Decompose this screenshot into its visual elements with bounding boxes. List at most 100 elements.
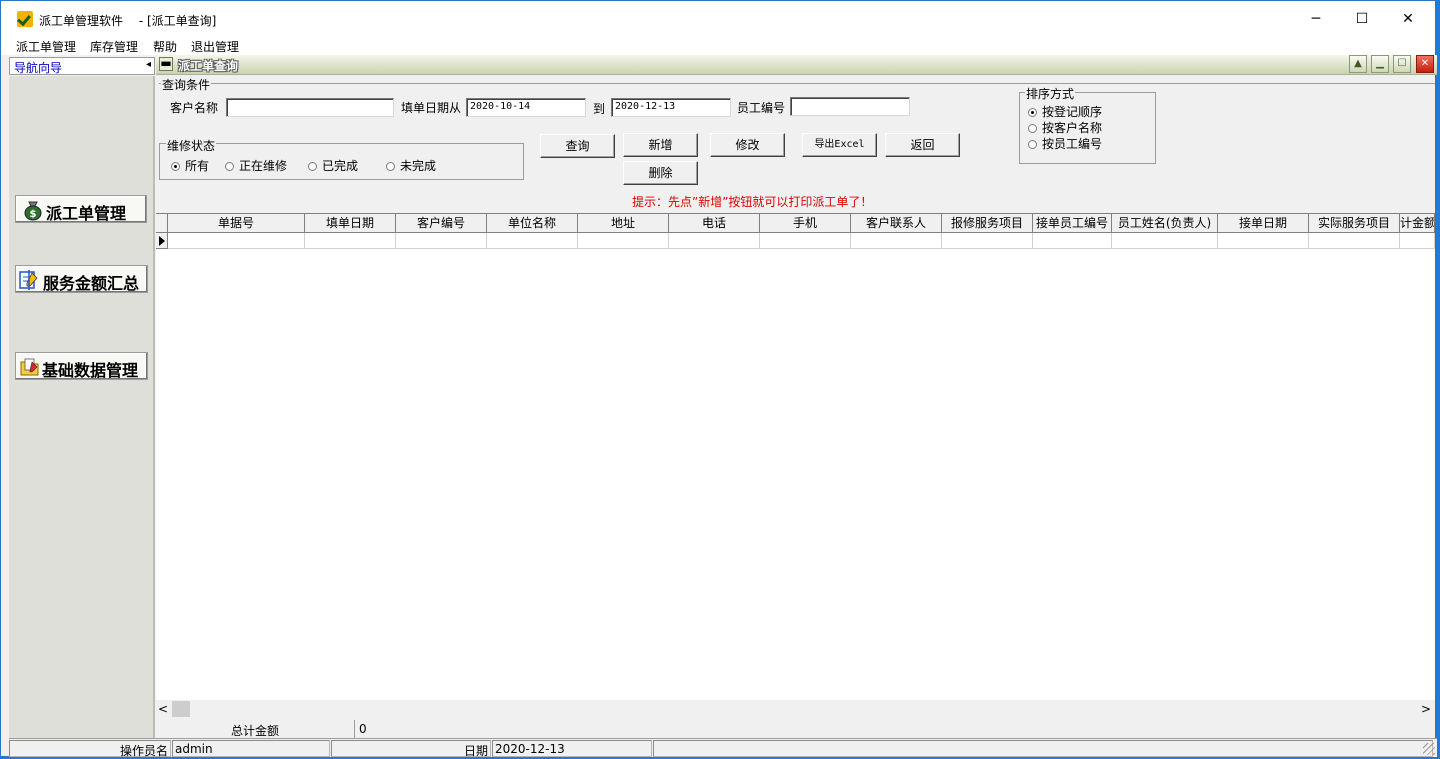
edit-button[interactable]: 修改 xyxy=(710,133,785,157)
child-minimize-button[interactable]: ▁ xyxy=(1371,55,1389,73)
date-from-label: 填单日期从 xyxy=(401,101,462,115)
status-incomplete-radio[interactable]: 未完成 xyxy=(386,157,436,174)
child-maximize-button[interactable]: ☐ xyxy=(1393,55,1411,73)
table-cell[interactable] xyxy=(1112,233,1218,249)
nav-service-total-label: 服务金额汇总 xyxy=(43,274,140,293)
table-cell[interactable] xyxy=(396,233,487,249)
customer-name-label: 客户名称 xyxy=(170,101,219,115)
delete-button[interactable]: 删除 xyxy=(623,161,698,185)
folder-edit-icon xyxy=(20,358,39,376)
resize-grip-icon[interactable] xyxy=(1423,743,1435,755)
status-all-label: 所有 xyxy=(185,159,210,173)
add-button[interactable]: 新增 xyxy=(623,133,698,157)
table-cell[interactable] xyxy=(305,233,396,249)
radio-empty-icon xyxy=(386,162,395,171)
radio-empty-icon xyxy=(1028,140,1037,149)
col-header-repair-item[interactable]: 报修服务项目 xyxy=(942,214,1033,233)
date-from-input[interactable]: 2020-10-14 xyxy=(466,98,586,117)
status-all-radio[interactable]: 所有 xyxy=(171,157,209,174)
child-close-button[interactable]: ✕ xyxy=(1416,55,1434,73)
col-header-doc-no[interactable]: 单据号 xyxy=(168,214,305,233)
sort-customer-radio[interactable]: 按客户名称 xyxy=(1028,119,1102,136)
status-empty-panel xyxy=(653,740,1433,757)
col-header-order-date[interactable]: 接单日期 xyxy=(1218,214,1309,233)
col-header-phone[interactable]: 电话 xyxy=(669,214,760,233)
title-bar: 派工单管理软件 - [派工单查询] ─ ☐ ✕ xyxy=(1,1,1435,35)
query-button[interactable]: 查询 xyxy=(540,134,615,158)
col-header-employee-no[interactable]: 接单员工编号 xyxy=(1033,214,1112,233)
scroll-right-icon[interactable]: > xyxy=(1421,702,1431,716)
scroll-thumb[interactable] xyxy=(172,701,190,717)
horizontal-scrollbar[interactable]: < > xyxy=(156,700,1435,718)
date-to-input[interactable]: 2020-12-13 xyxy=(611,98,731,117)
table-cell[interactable] xyxy=(760,233,851,249)
operator-label: 操作员名 xyxy=(9,740,171,758)
maximize-button[interactable]: ☐ xyxy=(1339,5,1385,33)
sort-employee-label: 按员工编号 xyxy=(1042,137,1103,151)
money-bag-icon: $ xyxy=(24,201,42,221)
col-header-amount[interactable]: 计金额 xyxy=(1400,214,1435,233)
table-cell[interactable] xyxy=(669,233,760,249)
nav-basic-data-button[interactable]: 基础数据管理 xyxy=(15,352,148,380)
child-up-button[interactable]: ▲ xyxy=(1349,55,1367,73)
status-repairing-label: 正在维修 xyxy=(239,159,288,173)
table-cell[interactable] xyxy=(1218,233,1309,249)
radio-empty-icon xyxy=(308,162,317,171)
table-cell[interactable] xyxy=(942,233,1033,249)
col-header-fill-date[interactable]: 填单日期 xyxy=(305,214,396,233)
dispatch-grid[interactable]: 单据号 填单日期 客户编号 单位名称 地址 电话 手机 客户联系人 报修服务项目… xyxy=(156,213,1435,700)
svg-text:$: $ xyxy=(30,209,37,220)
date-to-label: 到 xyxy=(593,102,606,116)
nav-collapse-icon[interactable]: ◂ xyxy=(146,59,151,70)
col-header-address[interactable]: 地址 xyxy=(578,214,669,233)
operator-value: admin xyxy=(172,740,330,757)
sort-register-radio[interactable]: 按登记顺序 xyxy=(1028,103,1102,120)
table-cell[interactable] xyxy=(487,233,578,249)
close-button[interactable]: ✕ xyxy=(1385,5,1431,33)
repair-status-title: 维修状态 xyxy=(166,137,217,154)
menu-help[interactable]: 帮助 xyxy=(153,38,177,55)
col-header-contact[interactable]: 客户联系人 xyxy=(851,214,942,233)
total-amount-label: 总计金额 xyxy=(231,724,280,738)
minimize-button[interactable]: ─ xyxy=(1293,5,1339,33)
col-header-employee-name[interactable]: 员工姓名(负责人) xyxy=(1112,214,1218,233)
app-logo-icon xyxy=(17,11,33,27)
col-header-mobile[interactable]: 手机 xyxy=(760,214,851,233)
table-cell[interactable] xyxy=(578,233,669,249)
menu-dispatch[interactable]: 派工单管理 xyxy=(16,38,76,55)
date-value: 2020-12-13 xyxy=(492,740,652,757)
back-button[interactable]: 返回 xyxy=(885,133,960,157)
sort-employee-radio[interactable]: 按员工编号 xyxy=(1028,135,1102,152)
table-cell[interactable] xyxy=(168,233,305,249)
sort-group-title: 排序方式 xyxy=(1025,85,1076,102)
radio-empty-icon xyxy=(1028,124,1037,133)
row-pointer-icon xyxy=(156,233,168,249)
col-header-actual-item[interactable]: 实际服务项目 xyxy=(1309,214,1400,233)
radio-empty-icon xyxy=(225,162,234,171)
child-window-titlebar: ▬ 派工单查询 ▲ ▁ ☐ ✕ xyxy=(156,55,1437,75)
menu-inventory[interactable]: 库存管理 xyxy=(90,38,138,55)
customer-name-input[interactable] xyxy=(226,98,394,117)
hint-text: 提示：先点”新增”按钮就可以打印派工单了！ xyxy=(632,195,873,209)
status-completed-radio[interactable]: 已完成 xyxy=(308,157,358,174)
child-window-menu-icon[interactable]: ▬ xyxy=(159,57,173,71)
employee-id-input[interactable] xyxy=(790,97,910,116)
table-cell[interactable] xyxy=(1400,233,1435,249)
total-amount-value: 0 xyxy=(354,720,1434,738)
nav-service-total-button[interactable]: 服务金额汇总 xyxy=(15,265,148,293)
col-header-company[interactable]: 单位名称 xyxy=(487,214,578,233)
nav-title: 导航向导 xyxy=(14,61,63,75)
table-cell[interactable] xyxy=(851,233,942,249)
app-window: 派工单管理软件 - [派工单查询] ─ ☐ ✕ 派工单管理 库存管理 帮助 退出… xyxy=(0,0,1437,758)
export-excel-button[interactable]: 导出Excel xyxy=(802,133,877,157)
scroll-left-icon[interactable]: < xyxy=(158,702,168,716)
status-bar: 操作员名 admin 日期 2020-12-13 xyxy=(9,738,1437,758)
table-cell[interactable] xyxy=(1309,233,1400,249)
nav-dispatch-button[interactable]: $ 派工单管理 xyxy=(15,195,147,223)
col-header-customer-no[interactable]: 客户编号 xyxy=(396,214,487,233)
query-group-line xyxy=(159,83,1435,84)
menu-exit[interactable]: 退出管理 xyxy=(191,38,239,55)
table-cell[interactable] xyxy=(1033,233,1112,249)
status-repairing-radio[interactable]: 正在维修 xyxy=(225,157,287,174)
nav-panel: $ 派工单管理 服务金额汇总 基础数据管理 xyxy=(9,76,155,739)
